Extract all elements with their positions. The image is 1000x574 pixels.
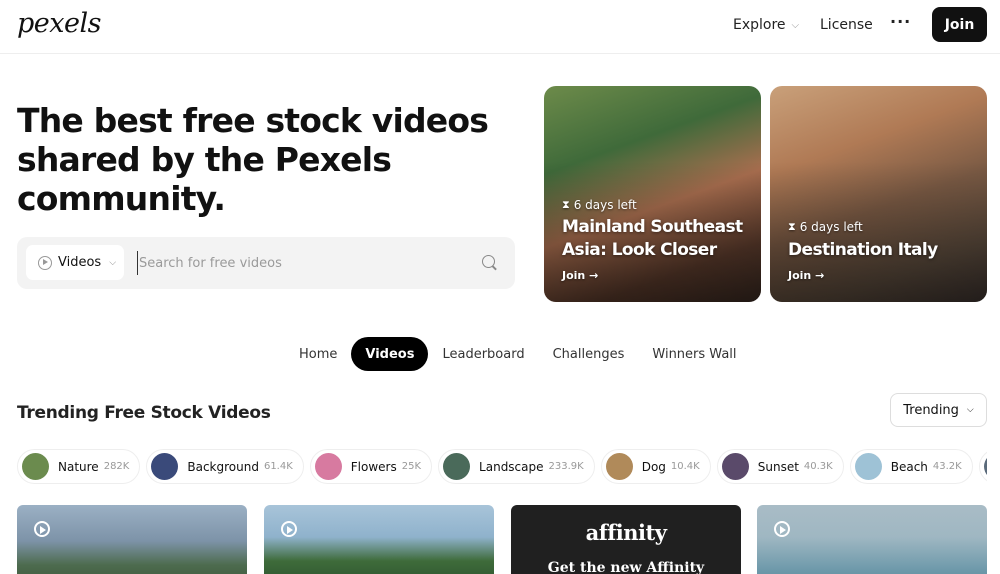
challenge-join-link[interactable]: Join → — [788, 269, 824, 282]
topic-chip-sunset[interactable]: Sunset 40.3K — [716, 449, 844, 484]
topic-count: 282K — [103, 461, 130, 472]
sort-label: Trending — [903, 402, 959, 418]
topic-thumbnail — [151, 453, 179, 480]
topic-thumbnail — [605, 453, 633, 480]
search-type-label: Videos — [58, 255, 102, 270]
topic-chip-background[interactable]: Background 61.4K — [146, 449, 304, 484]
chevron-down-icon: ⌵ — [966, 405, 974, 415]
tab-winners-wall[interactable]: Winners Wall — [638, 337, 750, 371]
chevron-down-icon: ⌵ — [791, 19, 800, 31]
topic-count: 25K — [401, 461, 422, 472]
video-thumbnail[interactable] — [17, 505, 247, 574]
sort-dropdown[interactable]: Trending ⌵ — [890, 393, 987, 427]
topic-chip-nature[interactable]: Nature 282K — [17, 449, 141, 484]
tab-challenges[interactable]: Challenges — [539, 337, 639, 371]
section-tabs: Home Videos Leaderboard Challenges Winne… — [285, 337, 751, 371]
chevron-down-icon: ⌵ — [109, 257, 117, 268]
ad-tagline: Get the new Affinity — [547, 560, 705, 574]
time-left-badge: ⧗ 6 days left — [562, 198, 637, 212]
topic-thumbnail — [22, 453, 49, 480]
topic-label: Background — [187, 459, 259, 474]
hourglass-icon: ⧗ — [562, 198, 570, 211]
challenge-title: Mainland Southeast Asia: Look Closer — [562, 217, 743, 260]
video-thumbnail[interactable] — [757, 505, 987, 574]
play-icon — [774, 521, 790, 537]
topic-chips: Nature 282K Background 61.4K Flowers 25K… — [17, 449, 987, 485]
hourglass-icon: ⧗ — [788, 220, 796, 233]
topic-count: 40.3K — [803, 461, 833, 472]
tab-home[interactable]: Home — [285, 337, 351, 371]
ad-tile[interactable]: affinity Get the new Affinity — [511, 505, 741, 574]
pexels-logo[interactable]: pexels — [17, 8, 101, 39]
challenge-join-link[interactable]: Join → — [562, 269, 598, 282]
license-link[interactable]: License — [820, 17, 873, 33]
topic-label: Beach — [890, 459, 928, 474]
challenge-card-southeast-asia[interactable]: ⧗ 6 days left Mainland Southeast Asia: L… — [544, 86, 761, 302]
topic-label: Nature — [58, 459, 99, 474]
play-icon — [34, 521, 50, 537]
topic-label: Landscape — [479, 459, 544, 474]
topic-thumbnail — [983, 453, 987, 480]
search-input[interactable] — [137, 251, 467, 275]
play-icon — [38, 255, 52, 270]
search-bar: Videos ⌵ — [17, 237, 515, 289]
page-title: The best free stock videos shared by the… — [17, 101, 489, 218]
topic-label: Flowers — [350, 459, 397, 474]
topic-count: 233.9K — [548, 461, 584, 472]
challenge-card-italy[interactable]: ⧗ 6 days left Destination Italy Join → — [770, 86, 987, 302]
topic-chip-dog[interactable]: Dog 10.4K — [600, 449, 711, 484]
play-icon — [281, 521, 297, 537]
search-icon[interactable] — [482, 255, 495, 268]
video-thumbnail[interactable] — [264, 505, 494, 574]
topic-chip-partial[interactable]: N — [978, 449, 987, 484]
ad-logo: affinity — [585, 520, 667, 545]
topic-thumbnail — [854, 453, 882, 480]
more-menu-icon[interactable]: ··· — [890, 12, 911, 31]
challenge-title: Destination Italy — [788, 240, 938, 260]
time-left-text: 6 days left — [799, 220, 863, 234]
topic-chip-flowers[interactable]: Flowers 25K — [309, 449, 433, 484]
section-title: Trending Free Stock Videos — [17, 403, 271, 423]
time-left-text: 6 days left — [573, 198, 637, 212]
tab-leaderboard[interactable]: Leaderboard — [428, 337, 538, 371]
topic-thumbnail — [314, 453, 342, 480]
topic-chip-beach[interactable]: Beach 43.2K — [849, 449, 973, 484]
topic-count: 10.4K — [670, 461, 700, 472]
topic-count: 61.4K — [263, 461, 293, 472]
explore-label: Explore — [733, 17, 786, 33]
explore-menu[interactable]: Explore ⌵ — [733, 17, 799, 33]
topic-count: 43.2K — [932, 461, 962, 472]
top-header: pexels Explore ⌵ License ··· Join — [0, 0, 1000, 54]
search-type-dropdown[interactable]: Videos ⌵ — [26, 245, 124, 280]
topic-thumbnail — [443, 453, 471, 480]
topic-chip-landscape[interactable]: Landscape 233.9K — [438, 449, 595, 484]
topic-label: Dog — [641, 459, 666, 474]
time-left-badge: ⧗ 6 days left — [788, 220, 863, 234]
tab-videos[interactable]: Videos — [351, 337, 429, 371]
topic-label: Sunset — [757, 459, 799, 474]
join-button[interactable]: Join — [932, 7, 987, 42]
topic-thumbnail — [721, 453, 749, 480]
